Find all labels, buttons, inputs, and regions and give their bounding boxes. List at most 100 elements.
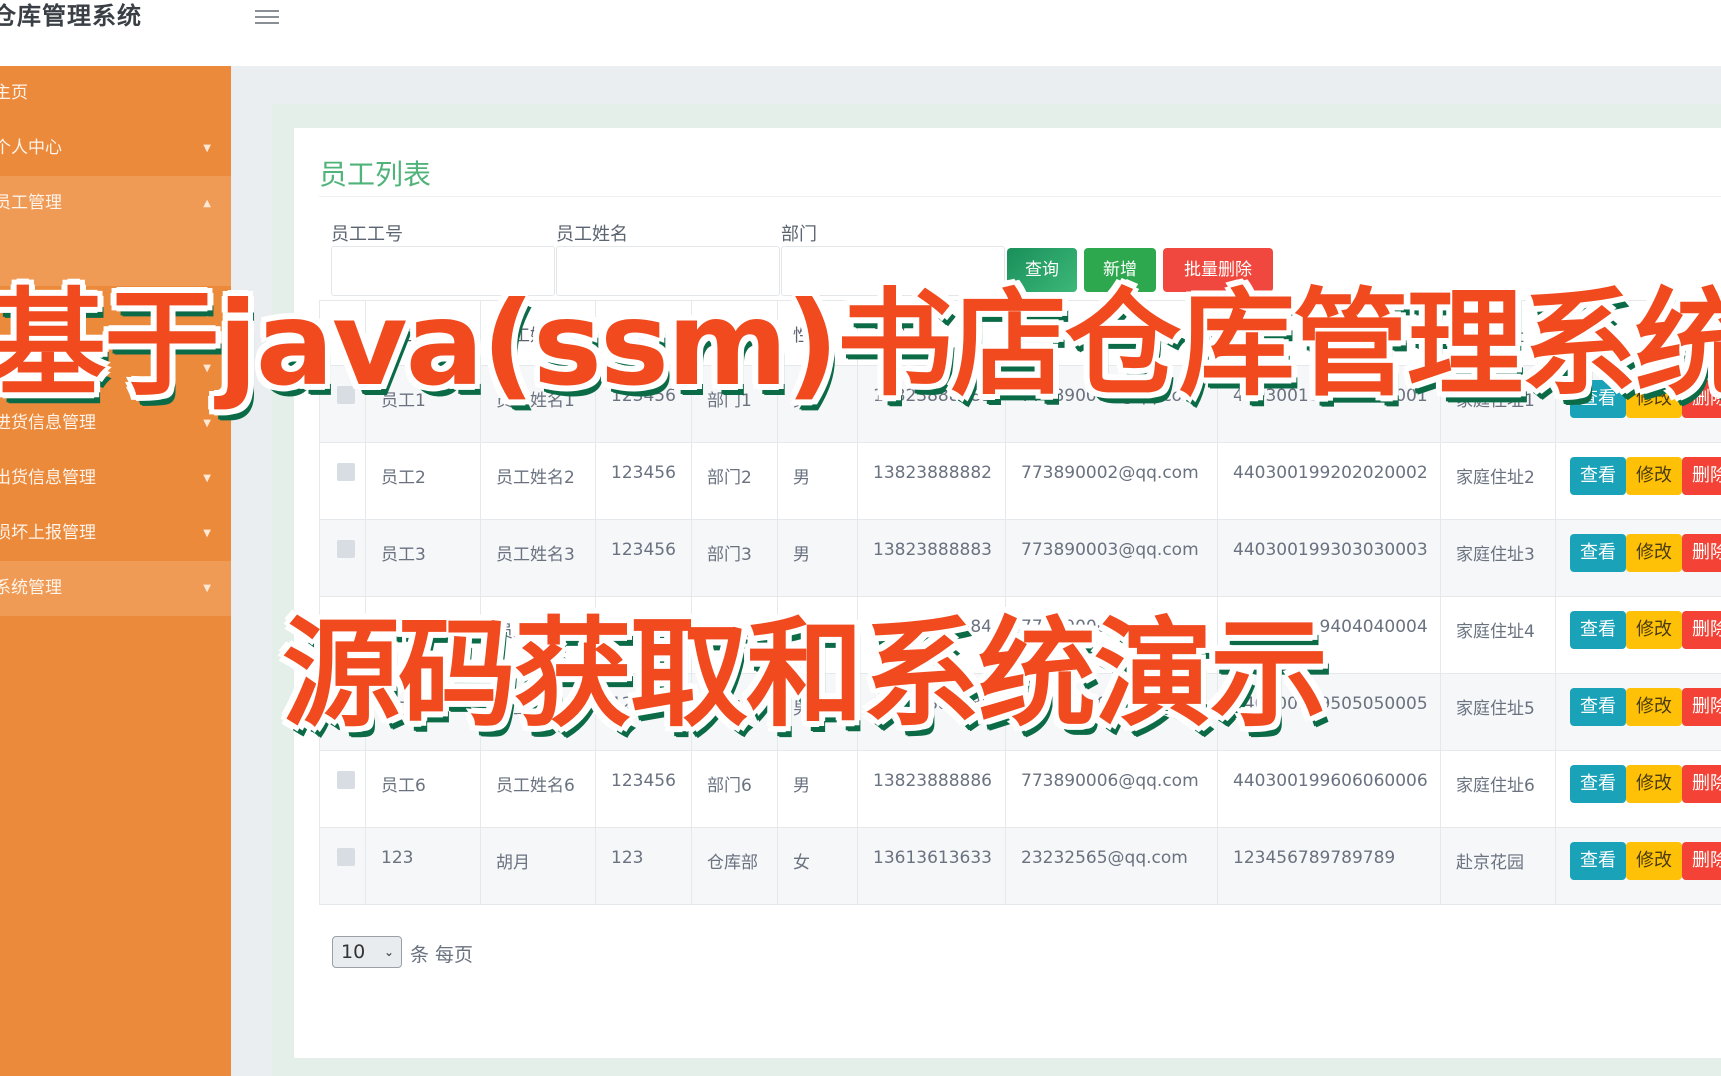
view-button[interactable]: 查看 bbox=[1570, 842, 1626, 880]
delete-button[interactable]: 删除 bbox=[1682, 457, 1721, 495]
table-cell: 13823888882 bbox=[857, 442, 1006, 520]
row-select-cell bbox=[319, 365, 366, 443]
row-actions: 查看修改删除 bbox=[1555, 519, 1721, 597]
employee-id-input[interactable] bbox=[331, 246, 555, 296]
caret-down-icon: ▼ bbox=[203, 308, 211, 319]
delete-button[interactable]: 删除 bbox=[1682, 688, 1721, 726]
table-cell: 13823888885 bbox=[857, 673, 1006, 751]
table-cell: 赴京花园 bbox=[1440, 827, 1556, 905]
sidebar-item-employee[interactable]: 员工管理 ▲ bbox=[0, 176, 231, 231]
table-cell: 部门3 bbox=[691, 519, 778, 597]
batch-delete-button[interactable]: 批量删除 bbox=[1163, 248, 1273, 292]
row-actions: 查看修改删除 bbox=[1555, 442, 1721, 520]
table-cell: 123 bbox=[365, 827, 481, 905]
table-cell: 773890001@qq.com bbox=[1005, 365, 1218, 443]
column-header[interactable]: 性别 bbox=[777, 300, 858, 366]
delete-button[interactable]: 删除 bbox=[1682, 534, 1721, 572]
table-cell: 440300199505050005 bbox=[1217, 673, 1441, 751]
table-cell: 13823888884 bbox=[857, 596, 1006, 674]
page-size-select[interactable]: 10 ⌄ bbox=[332, 936, 402, 968]
table-cell: 123456 bbox=[595, 519, 692, 597]
view-button[interactable]: 查看 bbox=[1570, 380, 1626, 418]
view-button[interactable]: 查看 bbox=[1570, 611, 1626, 649]
select-all-header[interactable] bbox=[319, 300, 366, 366]
delete-button[interactable]: 删除 bbox=[1682, 842, 1721, 880]
table-cell: 男 bbox=[777, 596, 858, 674]
table-cell: 773890006@qq.com bbox=[1005, 750, 1218, 828]
sidebar-item-damage[interactable]: 损坏上报管理 ▼ bbox=[0, 506, 231, 561]
table-row: 员工5 员工姓名5 123456 部门5 男 13823888885 773890005@q… bbox=[319, 673, 1721, 751]
table-cell: 13823888881 bbox=[857, 365, 1006, 443]
table-cell: 123456 bbox=[595, 673, 692, 751]
delete-button[interactable]: 删除 bbox=[1682, 611, 1721, 649]
sidebar-item-outbound[interactable]: 出货信息管理 ▼ bbox=[0, 451, 231, 506]
column-header[interactable]: 员工姓名 bbox=[480, 300, 596, 366]
row-actions: 查看修改删除 bbox=[1555, 750, 1721, 828]
sidebar-subitem[interactable] bbox=[0, 231, 231, 286]
delete-button[interactable]: 删除 bbox=[1682, 765, 1721, 803]
table-cell: 440300199303030003 bbox=[1217, 519, 1441, 597]
edit-button[interactable]: 修改 bbox=[1626, 611, 1682, 649]
column-header[interactable]: 员工工号 bbox=[365, 300, 481, 366]
column-header[interactable]: 身份证 bbox=[1217, 300, 1441, 366]
table-cell: 家庭住址3 bbox=[1440, 519, 1556, 597]
sidebar-item-label: 进货信息管理 bbox=[0, 413, 96, 433]
row-actions: 查看修改删除 bbox=[1555, 365, 1721, 443]
sidebar-item-inbound[interactable]: 进货信息管理 ▼ bbox=[0, 396, 231, 451]
edit-button[interactable]: 修改 bbox=[1626, 380, 1682, 418]
row-checkbox[interactable] bbox=[337, 694, 355, 712]
column-header[interactable]: 手机 bbox=[857, 300, 1006, 366]
row-checkbox[interactable] bbox=[337, 386, 355, 404]
sidebar-item-supplier[interactable]: 供应商管理 ▼ bbox=[0, 341, 231, 396]
column-header[interactable]: 密码 bbox=[595, 300, 692, 366]
row-checkbox[interactable] bbox=[337, 463, 355, 481]
edit-button[interactable]: 修改 bbox=[1626, 842, 1682, 880]
caret-up-icon: ▲ bbox=[203, 198, 211, 209]
checkbox[interactable] bbox=[337, 321, 355, 340]
edit-button[interactable]: 修改 bbox=[1626, 534, 1682, 572]
table-cell: 13823888886 bbox=[857, 750, 1006, 828]
column-header[interactable]: 邮箱 bbox=[1005, 300, 1218, 366]
table-cell: 440300199202020002 bbox=[1217, 442, 1441, 520]
search-button[interactable]: 查询 bbox=[1007, 248, 1077, 292]
view-button[interactable]: 查看 bbox=[1570, 688, 1626, 726]
row-checkbox[interactable] bbox=[337, 617, 355, 635]
table-cell: 773890004@qq.com bbox=[1005, 596, 1218, 674]
add-button[interactable]: 新增 bbox=[1084, 248, 1156, 292]
column-header[interactable]: 家庭住址 bbox=[1440, 300, 1556, 366]
table-cell: 家庭住址5 bbox=[1440, 673, 1556, 751]
view-button[interactable]: 查看 bbox=[1570, 765, 1626, 803]
table-cell: 123456 bbox=[595, 750, 692, 828]
sidebar-item-hidden[interactable]: ▼ bbox=[0, 286, 231, 341]
sidebar-item-system[interactable]: 系统管理 ▼ bbox=[0, 561, 231, 616]
caret-down-icon: ▼ bbox=[203, 143, 211, 154]
employee-name-label: 员工姓名 bbox=[556, 224, 628, 245]
sidebar: 主页 个人中心 ▼ 员工管理 ▲ ▼ 供应商管理 ▼ 进货信息管理 ▼ 出货信息… bbox=[0, 66, 231, 1076]
department-input[interactable] bbox=[781, 246, 1005, 296]
row-select-cell bbox=[319, 750, 366, 828]
table-cell: 男 bbox=[777, 750, 858, 828]
sidebar-item-profile[interactable]: 个人中心 ▼ bbox=[0, 121, 231, 176]
edit-button[interactable]: 修改 bbox=[1626, 765, 1682, 803]
table-cell: 家庭住址2 bbox=[1440, 442, 1556, 520]
row-checkbox[interactable] bbox=[337, 848, 355, 866]
caret-down-icon: ▼ bbox=[203, 583, 211, 594]
row-checkbox[interactable] bbox=[337, 771, 355, 789]
table-row: 员工2 员工姓名2 123456 部门2 男 13823888882 773890002@q… bbox=[319, 442, 1721, 520]
edit-button[interactable]: 修改 bbox=[1626, 688, 1682, 726]
table-cell: 员工姓名4 bbox=[480, 596, 596, 674]
hamburger-icon[interactable] bbox=[255, 6, 279, 24]
table-cell: 440300199404040004 bbox=[1217, 596, 1441, 674]
sidebar-item-label: 出货信息管理 bbox=[0, 468, 96, 488]
page-title: 员工列表 bbox=[319, 158, 432, 191]
row-select-cell bbox=[319, 596, 366, 674]
employee-name-input[interactable] bbox=[556, 246, 780, 296]
view-button[interactable]: 查看 bbox=[1570, 534, 1626, 572]
edit-button[interactable]: 修改 bbox=[1626, 457, 1682, 495]
sidebar-item-home[interactable]: 主页 bbox=[0, 66, 231, 121]
column-header[interactable]: 部门 bbox=[691, 300, 778, 366]
table-row: 员工6 员工姓名6 123456 部门6 男 13823888886 773890006@q… bbox=[319, 750, 1721, 828]
view-button[interactable]: 查看 bbox=[1570, 457, 1626, 495]
delete-button[interactable]: 删除 bbox=[1682, 380, 1721, 418]
row-checkbox[interactable] bbox=[337, 540, 355, 558]
